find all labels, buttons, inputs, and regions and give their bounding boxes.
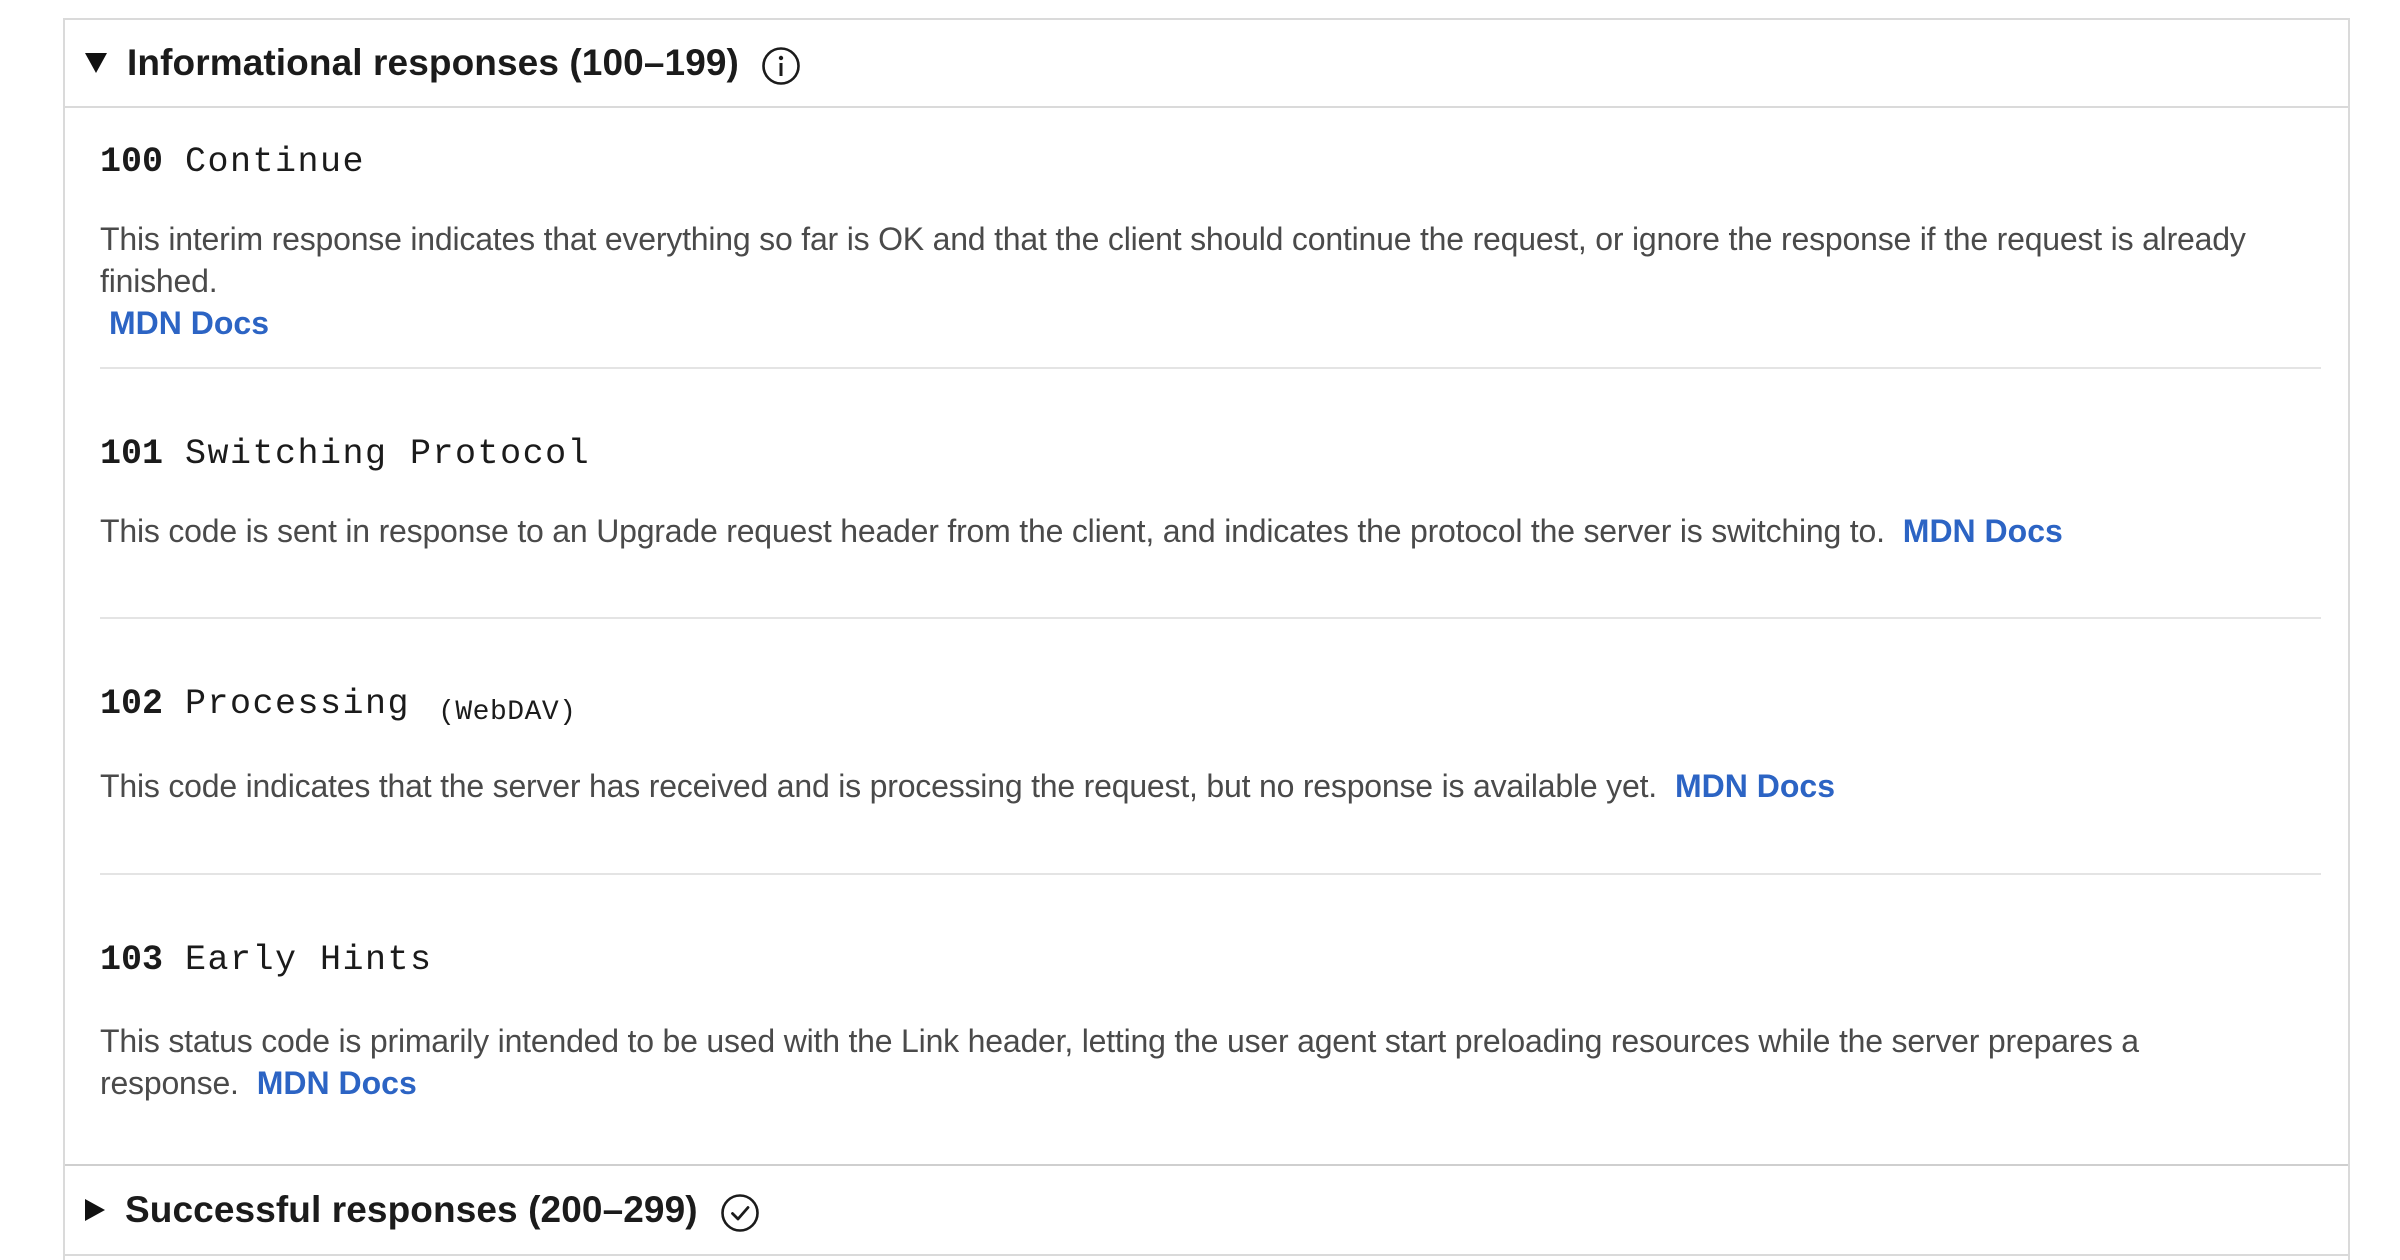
section-title: Successful responses (200–299) — [125, 1189, 698, 1230]
caret-down-icon[interactable] — [85, 53, 107, 73]
status-code-heading: 100 Continue — [100, 142, 2321, 182]
status-description-block: This code indicates that the server has … — [100, 765, 2321, 807]
divider — [100, 367, 2321, 369]
status-description-block: This code is sent in response to an Upgr… — [100, 510, 2321, 552]
status-name: Continue — [185, 142, 366, 182]
mdn-docs-link[interactable]: MDN Docs — [257, 1065, 417, 1101]
section-title: Informational responses (100–199) — [127, 42, 739, 83]
divider — [100, 617, 2321, 619]
status-entry: 100 Continue — [100, 142, 2321, 182]
divider — [100, 873, 2321, 875]
mdn-docs-link[interactable]: MDN Docs — [1903, 513, 2063, 549]
status-code-heading: 103 Early Hints — [100, 940, 2321, 980]
status-description-block: This interim response indicates that eve… — [100, 218, 2321, 344]
status-code: 102 — [100, 684, 164, 724]
status-code: 103 — [100, 940, 164, 980]
status-description: This code is sent in response to an Upgr… — [100, 513, 1885, 549]
status-entry: 103 Early Hints — [100, 940, 2321, 980]
caret-right-icon[interactable] — [85, 1199, 105, 1221]
mdn-docs-link[interactable]: MDN Docs — [109, 305, 269, 341]
status-name: Early Hints — [185, 940, 433, 980]
status-entry: 102 Processing (WebDAV) — [100, 684, 2321, 728]
status-code-accordion: Informational responses (100–199) 100 Con… — [63, 18, 2350, 1260]
status-description-block: This status code is primarily intended t… — [100, 1020, 2321, 1104]
status-tag: (WebDAV) — [438, 697, 577, 728]
status-entry: 101 Switching Protocol — [100, 434, 2321, 474]
section-header-successful[interactable]: Successful responses (200–299) — [65, 1164, 2348, 1256]
status-code: 100 — [100, 142, 164, 182]
status-code: 101 — [100, 434, 164, 474]
status-description: This interim response indicates that eve… — [100, 221, 2246, 299]
status-name: Switching Protocol — [185, 434, 591, 474]
check-circle-icon — [720, 1193, 760, 1233]
info-circle-icon — [761, 46, 801, 86]
status-code-heading: 102 Processing (WebDAV) — [100, 684, 2321, 728]
status-description: This code indicates that the server has … — [100, 768, 1657, 804]
status-code-heading: 101 Switching Protocol — [100, 434, 2321, 474]
section-header-informational[interactable]: Informational responses (100–199) — [65, 20, 2348, 108]
mdn-docs-link[interactable]: MDN Docs — [1675, 768, 1835, 804]
status-name: Processing — [185, 684, 411, 724]
